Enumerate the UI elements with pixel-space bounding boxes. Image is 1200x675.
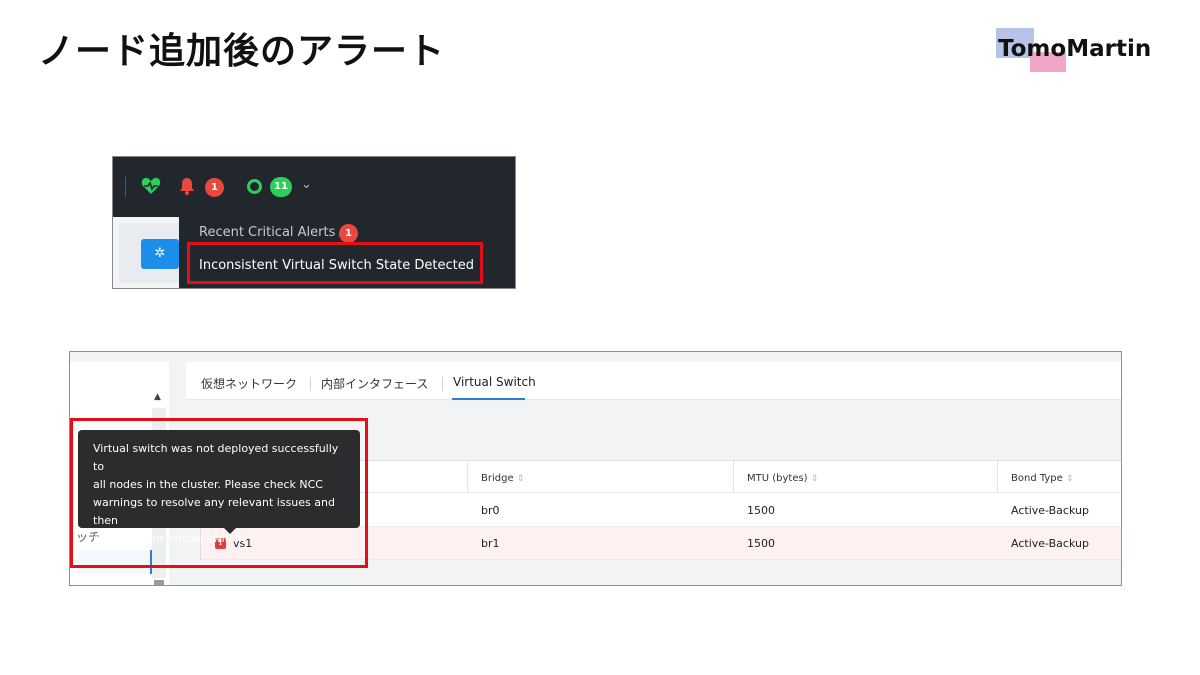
highlight-box-alert [187, 242, 483, 284]
logo-text: TomoMartin [998, 36, 1152, 62]
column-header-bridge[interactable]: Bridge ⇕ [481, 473, 524, 484]
tab-internal-interface[interactable]: 内部インタフェース [321, 375, 428, 392]
health-count-badge: 11 [270, 177, 292, 197]
gear-icon: ✲ [154, 246, 166, 261]
tab-bar: 仮想ネットワーク 内部インタフェース Virtual Switch [186, 362, 1121, 400]
recent-alerts-title: Recent Critical Alerts [199, 225, 336, 240]
health-heart-icon[interactable] [141, 177, 161, 195]
chevron-down-icon[interactable]: ⌄ [301, 177, 312, 192]
column-header-mtu[interactable]: MTU (bytes) ⇕ [747, 473, 818, 484]
recent-alerts-count-badge: 1 [339, 224, 358, 243]
sort-icon: ⇕ [1066, 474, 1074, 484]
brand-logo: TomoMartin [996, 28, 1152, 74]
alert-count-badge: 1 [205, 178, 224, 197]
sort-icon: ⇕ [810, 474, 819, 484]
scroll-thumb[interactable] [154, 580, 164, 585]
scroll-up-icon[interactable]: ▲ [154, 392, 161, 402]
tab-virtual-switch[interactable]: Virtual Switch [453, 375, 536, 389]
bell-icon[interactable] [179, 177, 195, 195]
slide-title: ノード追加後のアラート [38, 31, 446, 72]
column-header-bond-type[interactable]: Bond Type ⇕ [1011, 473, 1074, 484]
gear-button[interactable]: ✲ [141, 239, 179, 269]
header-divider [125, 177, 126, 197]
sort-icon: ⇕ [516, 474, 525, 484]
highlight-box-tooltip [70, 418, 368, 568]
tab-virtual-network[interactable]: 仮想ネットワーク [201, 375, 297, 392]
task-ring-icon[interactable] [247, 179, 262, 194]
